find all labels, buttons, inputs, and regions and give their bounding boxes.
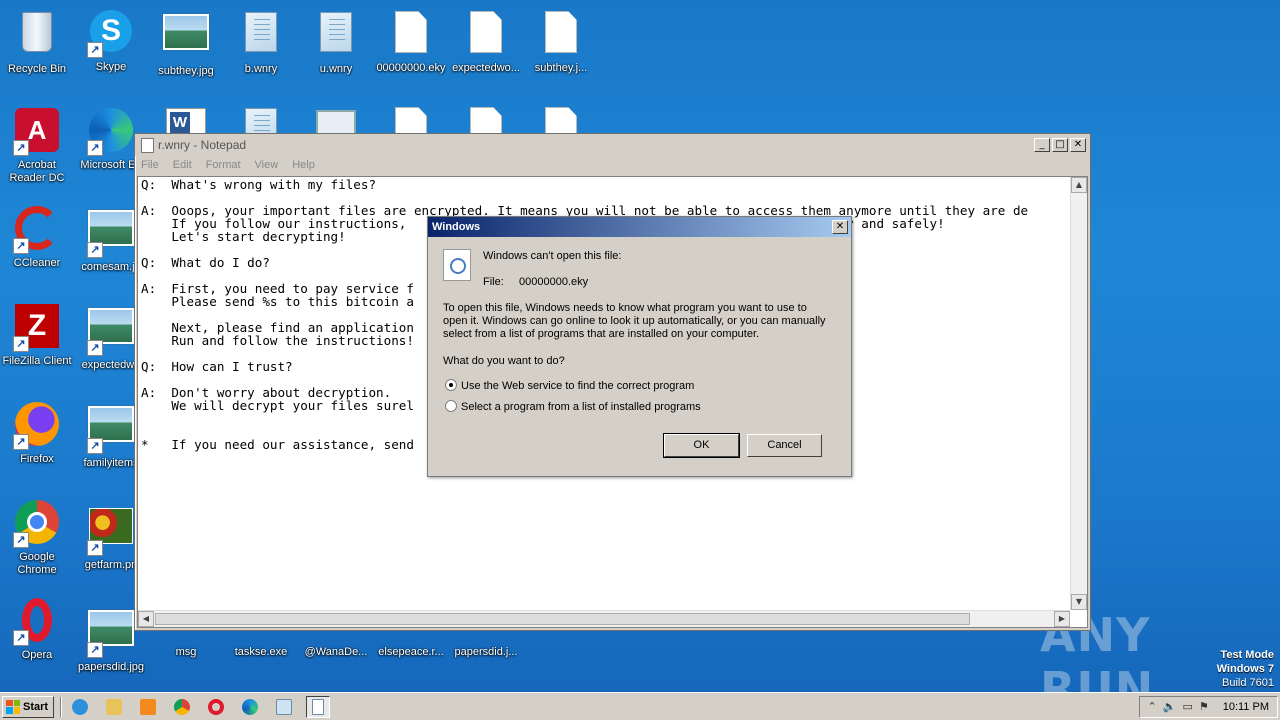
program-list-option-label[interactable]: Select a program from a list of installe… <box>461 401 701 413</box>
skype-icon: S <box>87 10 135 58</box>
open-with-dialog[interactable]: Windows ✕ Windows can't open this file: … <box>427 216 852 477</box>
notepad-icon <box>141 137 154 153</box>
opera-icon <box>13 598 61 646</box>
dialog-heading: Windows can't open this file: <box>483 250 622 262</box>
action-center-flag-icon[interactable]: ⚑ <box>1199 700 1209 713</box>
edge-icon <box>87 108 135 156</box>
blank-file-icon <box>387 11 435 59</box>
desktop-icon-wanadecryptor[interactable]: @WanaDe... <box>299 646 373 659</box>
ie-icon[interactable] <box>68 696 92 718</box>
image-file-icon <box>162 14 210 62</box>
edge-icon[interactable] <box>238 696 262 718</box>
chrome-icon <box>13 500 61 548</box>
clock[interactable]: 10:11 PM <box>1223 701 1269 713</box>
search-file-icon <box>443 249 471 281</box>
menu-view[interactable]: View <box>255 159 279 171</box>
test-mode-label: Test Mode Windows 7 Build 7601 <box>1216 649 1274 689</box>
desktop-icon-firefox[interactable]: Firefox <box>0 400 74 466</box>
volume-icon[interactable]: 🔈 <box>1163 700 1177 713</box>
file-name: 00000000.eky <box>519 276 589 288</box>
blank-file-icon <box>462 11 510 59</box>
explorer-icon[interactable] <box>102 696 126 718</box>
desktop-icon-elsepeace[interactable]: elsepeace.r... <box>374 646 448 659</box>
description-line-1: To open this file, Windows needs to know… <box>443 302 807 314</box>
horizontal-scroll-thumb[interactable] <box>155 613 970 625</box>
scroll-left-icon[interactable]: ◀ <box>138 611 154 627</box>
firefox-icon <box>13 402 61 450</box>
desktop-icon-filezilla[interactable]: Z FileZilla Client <box>0 302 74 368</box>
system-tray: ⌃ 🔈 ▭ ⚑ 10:11 PM <box>1138 695 1278 718</box>
menu-format[interactable]: Format <box>206 159 241 171</box>
desktop-icon-00000000-eky[interactable]: 00000000.eky <box>374 8 448 75</box>
notepad-title: r.wnry - Notepad <box>158 138 247 152</box>
image-file-icon <box>87 508 135 556</box>
notepad-file-icon <box>312 12 360 60</box>
desktop-icon-ccleaner[interactable]: CCleaner <box>0 204 74 270</box>
file-label: File: <box>483 276 504 288</box>
vertical-scrollbar[interactable]: ▲ ▼ <box>1070 177 1087 610</box>
desktop-icon-acrobat[interactable]: A Acrobat Reader DC <box>0 106 74 185</box>
desktop-icon-chrome[interactable]: Google Chrome <box>0 498 74 577</box>
minimize-button[interactable]: _ <box>1034 138 1050 152</box>
ccleaner-icon <box>13 206 61 254</box>
menu-help[interactable]: Help <box>292 159 315 171</box>
dialog-task-icon[interactable] <box>306 695 330 718</box>
media-player-icon[interactable] <box>136 696 160 718</box>
dialog-title: Windows <box>432 221 481 233</box>
close-button[interactable]: ✕ <box>1070 138 1086 152</box>
horizontal-scrollbar[interactable]: ◀ ▶ <box>138 610 1070 627</box>
menu-file[interactable]: File <box>141 159 159 171</box>
desktop-icon-subthey-j[interactable]: subthey.j... <box>524 8 598 75</box>
acrobat-icon: A <box>13 108 61 156</box>
taskbar: Start ⌃ 🔈 ▭ ⚑ 10:11 PM <box>0 692 1280 720</box>
desktop-icon-papersdid-2[interactable]: papersdid.j... <box>449 646 523 659</box>
desktop-icon-b-wnry[interactable]: b.wnry <box>224 8 298 76</box>
description-line-3: select from a list of programs that are … <box>443 328 760 340</box>
dialog-title-bar[interactable]: Windows ✕ <box>428 217 851 237</box>
description-line-2: open it. Windows can go online to look i… <box>443 315 826 327</box>
menu-edit[interactable]: Edit <box>173 159 192 171</box>
notepad-menu-bar: File Edit Format View Help <box>135 156 1090 174</box>
desktop-icon-u-wnry[interactable]: u.wnry <box>299 8 373 76</box>
image-file-icon <box>87 610 135 658</box>
maximize-button[interactable]: □ <box>1052 138 1068 152</box>
desktop-icon-msg[interactable]: msg <box>149 646 223 659</box>
opera-icon[interactable] <box>204 696 228 718</box>
start-button[interactable]: Start <box>2 695 54 718</box>
network-icon[interactable]: ▭ <box>1182 700 1192 713</box>
desktop-icon-skype[interactable]: S Skype <box>74 8 148 74</box>
image-file-icon <box>87 210 135 258</box>
scroll-down-icon[interactable]: ▼ <box>1071 594 1087 610</box>
image-file-icon <box>87 406 135 454</box>
program-list-radio[interactable] <box>445 400 457 412</box>
recycle-bin-icon <box>13 12 61 60</box>
chrome-icon[interactable] <box>170 696 194 718</box>
ok-button[interactable]: OK <box>663 433 740 458</box>
dialog-question: What do you want to do? <box>443 355 565 367</box>
scroll-right-icon[interactable]: ▶ <box>1054 611 1070 627</box>
notepad-title-bar[interactable]: r.wnry - Notepad _ □ ✕ <box>135 134 1090 156</box>
tray-expand-icon[interactable]: ⌃ <box>1148 700 1157 713</box>
web-service-option-label[interactable]: Use the Web service to find the correct … <box>461 380 694 392</box>
blank-file-icon <box>537 11 585 59</box>
notepad-file-icon <box>237 12 285 60</box>
desktop-icon-subthey-jpg[interactable]: subthey.jpg <box>149 8 223 78</box>
desktop-icon-recycle-bin[interactable]: Recycle Bin <box>0 8 74 76</box>
scroll-up-icon[interactable]: ▲ <box>1071 177 1087 193</box>
filezilla-icon: Z <box>13 304 61 352</box>
desktop-icon-expectedwo[interactable]: expectedwo... <box>449 8 523 75</box>
notepad-task-icon[interactable] <box>272 696 296 718</box>
windows-logo-icon <box>6 699 20 714</box>
desktop-icon-opera[interactable]: Opera <box>0 596 74 662</box>
cancel-button[interactable]: Cancel <box>747 434 822 457</box>
desktop-icon-taskse[interactable]: taskse.exe <box>224 646 298 659</box>
image-file-icon <box>87 308 135 356</box>
web-service-radio[interactable] <box>445 379 457 391</box>
dialog-close-button[interactable]: ✕ <box>832 220 848 234</box>
